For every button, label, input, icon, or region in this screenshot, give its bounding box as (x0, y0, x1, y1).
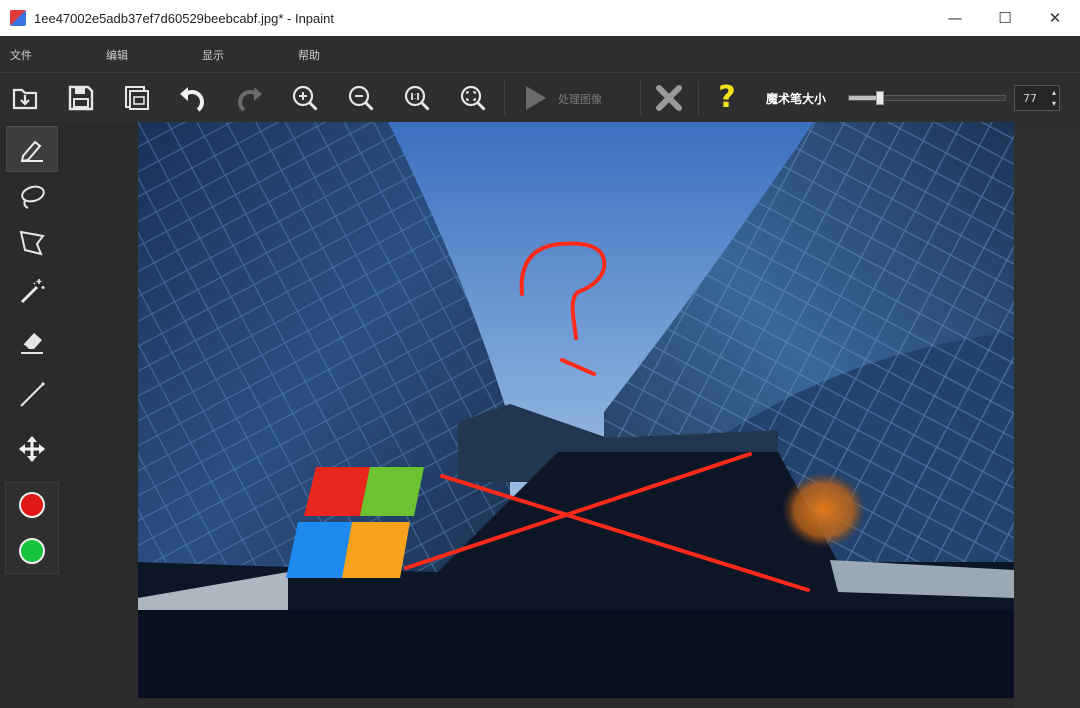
process-image-button[interactable] (516, 79, 554, 117)
x-cross-icon (656, 85, 682, 111)
help-button[interactable]: ? (708, 79, 746, 117)
tool-panel (0, 122, 64, 708)
canvas-right-margin (1014, 122, 1080, 708)
menu-edit[interactable]: 编辑 (106, 47, 128, 63)
save-as-button[interactable] (118, 79, 156, 117)
open-file-icon (12, 88, 38, 110)
maximize-button[interactable]: ☐ (980, 0, 1030, 36)
title-bar: 1ee47002e5adb37ef7d60529beebcabf.jpg* - … (0, 0, 1080, 36)
zoom-actual-size-icon (404, 85, 430, 111)
red-color-swatch (19, 492, 45, 518)
toolbar-separator (504, 81, 505, 115)
photo-image (138, 122, 1014, 698)
menu-file[interactable]: 文件 (10, 47, 32, 63)
clear-selection-button[interactable] (650, 79, 688, 117)
zoom-in-button[interactable] (286, 79, 324, 117)
red-color-button[interactable] (6, 482, 58, 528)
question-mark-icon: ? (718, 80, 736, 115)
line-tool-button[interactable] (6, 372, 58, 418)
save-button[interactable] (62, 79, 100, 117)
zoom-actual-button[interactable] (398, 79, 436, 117)
save-as-icon (125, 86, 149, 110)
process-image-label[interactable]: 处理图像 (558, 91, 602, 107)
toolbar-separator (698, 81, 699, 115)
window-title: 1ee47002e5adb37ef7d60529beebcabf.jpg* - … (34, 10, 334, 26)
lasso-icon (21, 185, 45, 209)
brush-size-value[interactable]: 77 (1023, 92, 1037, 105)
minimize-button[interactable]: — (930, 0, 980, 36)
undo-button[interactable] (174, 79, 212, 117)
redo-icon (238, 87, 262, 112)
app-icon (10, 10, 26, 26)
window-controls: — ☐ ✕ (930, 0, 1080, 36)
zoom-in-icon (292, 85, 318, 111)
move-arrows-icon (19, 436, 45, 462)
toolbar-separator (640, 81, 641, 115)
close-button[interactable]: ✕ (1030, 0, 1080, 36)
image-canvas[interactable] (138, 122, 1014, 698)
zoom-fit-button[interactable] (454, 79, 492, 117)
magic-wand-icon (20, 279, 45, 304)
green-color-swatch (19, 538, 45, 564)
toolbar: 处理图像 ? 魔术笔大小 77 ▴ ▾ (0, 72, 1080, 122)
marker-tool-button[interactable] (6, 126, 58, 172)
eraser-tool-button[interactable] (6, 318, 58, 364)
green-color-button[interactable] (6, 528, 58, 574)
marker-pen-icon (20, 140, 43, 163)
save-icon (68, 85, 94, 111)
brush-size-slider[interactable] (848, 91, 1006, 105)
spin-arrows-icon[interactable]: ▴ ▾ (1052, 87, 1056, 109)
brush-size-spinbox[interactable]: 77 ▴ ▾ (1014, 85, 1060, 111)
polygon-lasso-icon (19, 230, 45, 256)
brush-size-label: 魔术笔大小 (766, 92, 827, 106)
zoom-fit-icon (460, 85, 486, 111)
polygon-lasso-tool-button[interactable] (6, 220, 58, 266)
play-icon (526, 86, 546, 110)
zoom-out-button[interactable] (342, 79, 380, 117)
magic-wand-tool-button[interactable] (6, 268, 58, 314)
menu-view[interactable]: 显示 (202, 47, 224, 63)
menu-bar: 文件 编辑 显示 帮助 (0, 36, 1080, 72)
undo-icon (180, 87, 204, 112)
brush-size-slider-thumb[interactable] (876, 91, 885, 105)
eraser-icon (21, 333, 43, 354)
move-tool-button[interactable] (6, 426, 58, 472)
line-icon (20, 382, 45, 407)
redo-button[interactable] (230, 79, 268, 117)
lasso-tool-button[interactable] (6, 174, 58, 220)
open-file-button[interactable] (6, 79, 44, 117)
menu-help[interactable]: 帮助 (298, 47, 320, 63)
zoom-out-icon (348, 85, 374, 111)
